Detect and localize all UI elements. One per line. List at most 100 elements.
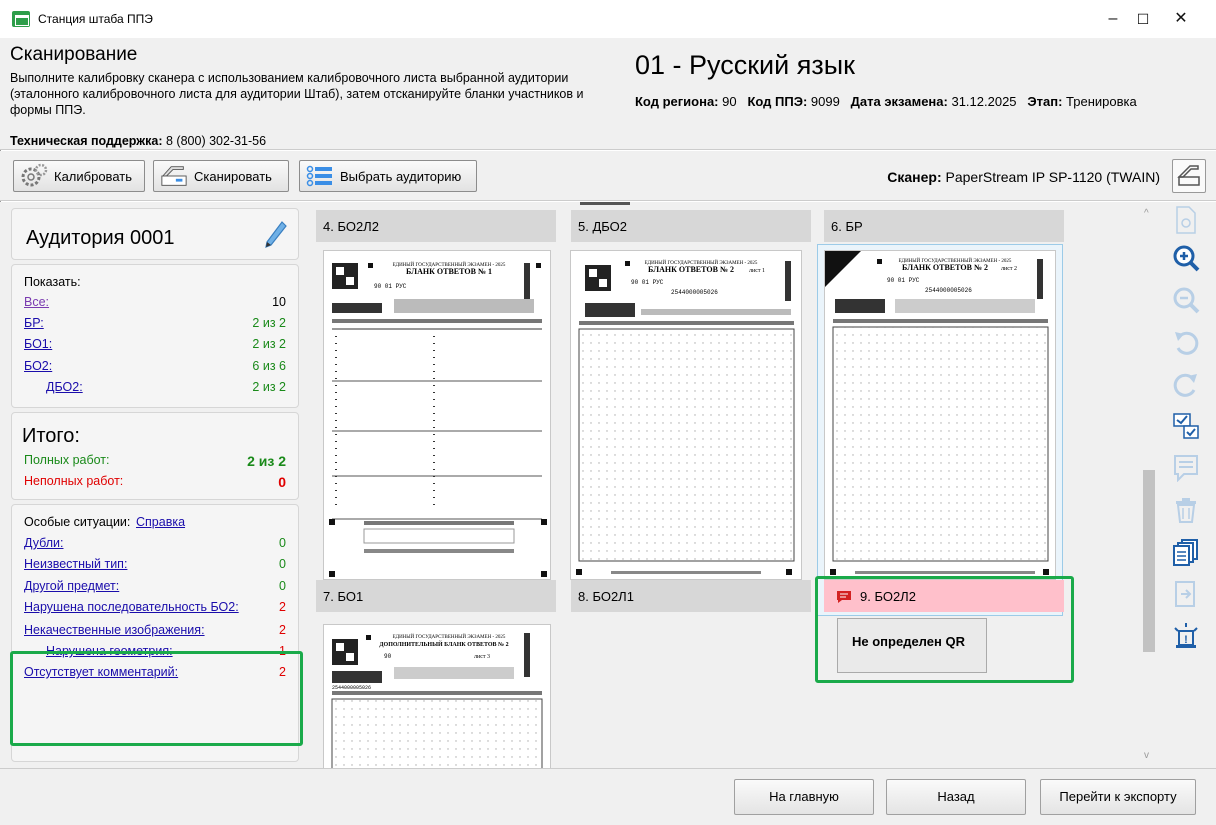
filter-value: 10 [272,295,286,309]
doc-thumbnail-9[interactable]: ЕДИНЫЙ ГОСУДАРСТВЕННЫЙ ЭКЗАМЕН - 2025 БЛ… [824,250,1056,580]
help-link[interactable]: Справка [136,515,185,529]
incomplete-works-value: 0 [278,474,286,490]
full-works-label: Полных работ: [24,453,110,467]
answer-sheet-image: ЕДИНЫЙ ГОСУДАРСТВЕННЫЙ ЭКЗАМЕН - 2025 БЛ… [329,262,547,577]
show-label: Показать: [24,275,81,289]
list-icon [306,163,334,189]
side-toolbar: ! [1165,202,1216,768]
export-page-button[interactable] [1170,578,1202,610]
filter-label[interactable]: Все: [24,295,49,309]
filter-bo2[interactable]: БО2: 6 из 6 [24,359,286,377]
doc-label-7[interactable]: 7. БО1 [316,580,556,612]
edit-room-button[interactable] [262,219,288,252]
rotate-left-button[interactable] [1170,326,1202,358]
special-item-label[interactable]: Другой предмет: [24,579,119,593]
doc-thumbnail-7[interactable]: ЕДИНЫЙ ГОСУДАРСТВЕННЫЙ ЭКЗАМЕН - 2025 БЛ… [323,250,551,580]
copy-pages-button[interactable] [1170,536,1202,568]
totals-title: Итого: [22,425,80,447]
home-button[interactable]: На главную [734,779,874,815]
incomplete-works-row: Неполных работ: 0 [24,474,286,492]
filter-br[interactable]: БР: 2 из 2 [24,316,286,334]
zoom-out-button[interactable] [1170,284,1202,316]
select-room-button[interactable]: Выбрать аудиторию [299,160,477,192]
comment-button[interactable] [1170,452,1202,484]
scan-button[interactable]: Сканировать [153,160,289,192]
view-document-button[interactable] [1170,204,1202,236]
date-label: Дата экзамена: [850,94,948,109]
doc-label-4[interactable]: 4. БО2Л2 [316,210,556,242]
region-label: Код региона: [635,94,719,109]
minimize-button[interactable]: – [1098,8,1128,30]
doc-label-5[interactable]: 5. ДБО2 [571,210,811,242]
special-item-label[interactable]: Дубли: [24,536,63,550]
special-header: Особые ситуации: Справка [24,515,286,533]
exam-meta: Код региона: 90 Код ППЭ: 9099 Дата экзам… [635,94,1137,109]
prev-page-edge [580,202,630,205]
special-other-subject[interactable]: Другой предмет: 0 [24,579,286,597]
sheet-code: 90 01 РУС [374,283,407,290]
special-item-label[interactable]: Некачественные изображения: [24,623,205,637]
footer: На главную Назад Перейти к экспорту [0,768,1216,825]
calibrate-button[interactable]: Калибровать [13,160,145,192]
scanner-settings-button[interactable] [1172,159,1206,193]
zoom-in-icon [1173,245,1200,272]
page-title: Сканирование [10,44,138,65]
check-marks-button[interactable] [1170,410,1202,442]
special-item-value: 2 [279,623,286,637]
scanner-settings-icon [1177,165,1200,186]
filter-bo1[interactable]: БО1: 2 из 2 [24,337,286,355]
scans-gallery: 4. БО2Л2 5. ДБО2 6. БР ЕДИНЫЙ ГОСУДАРСТВ… [308,202,1165,768]
scanner-label: Сканер: [887,169,942,185]
scroll-up-icon[interactable]: ^ [1144,208,1149,219]
gears-icon [20,163,48,189]
special-item-label[interactable]: Нарушена последовательность БО2: [24,600,239,614]
doc-thumbnail-10[interactable]: ЕДИНЫЙ ГОСУДАРСТВЕННЫЙ ЭКЗАМЕН - 2025 ДО… [323,624,551,768]
filter-label[interactable]: БР: [24,316,44,330]
filter-label[interactable]: БО2: [24,359,52,373]
filter-label[interactable]: БО1: [24,337,52,351]
special-bad-images[interactable]: Некачественные изображения: 2 [24,623,286,641]
special-item-value: 2 [279,600,286,614]
filter-box: Показать: Все: 10 БР: 2 из 2 БО1: 2 из 2… [11,264,299,408]
maximize-button[interactable]: ☐ [1128,8,1158,30]
rotate-right-button[interactable] [1170,368,1202,400]
filter-label[interactable]: ДБО2: [46,380,83,394]
answer-sheet-image: ЕДИНЫЙ ГОСУДАРСТВЕННЫЙ ЭКЗАМЕН - 2025 ДО… [331,633,543,768]
pages-icon [1173,539,1198,566]
alarm-button[interactable]: ! [1170,620,1202,652]
scan-label: Сканировать [194,168,272,184]
view-document-icon [1176,206,1196,234]
close-button[interactable]: ✕ [1166,8,1196,30]
special-duplicates[interactable]: Дубли: 0 [24,536,286,554]
doc-thumbnail-8[interactable]: ЕДИНЫЙ ГОСУДАРСТВЕННЫЙ ЭКЗАМЕН - 2025 БЛ… [570,250,802,580]
page-header: Сканирование Выполните калибровку сканер… [0,38,1216,150]
doc-label-6[interactable]: 6. БР [824,210,1064,242]
go-to-export-button[interactable]: Перейти к экспорту [1040,779,1196,815]
highlight-doc-9 [815,576,1074,683]
scroll-down-icon[interactable]: v [1144,750,1149,761]
gallery-scrollbar[interactable]: ^ v [1140,202,1158,768]
doc-label-8[interactable]: 8. БО2Л1 [571,580,811,612]
sheet-title: ЕДИНЫЙ ГОСУДАРСТВЕННЫЙ ЭКЗАМЕН - 2025 [393,634,506,640]
sheet-code: 90 [384,653,392,660]
delete-button[interactable] [1170,494,1202,526]
zoom-in-button[interactable] [1170,242,1202,274]
sheet-subtitle: БЛАНК ОТВЕТОВ № 1 [406,267,492,276]
trash-icon [1176,498,1196,523]
scrollbar-thumb[interactable] [1143,470,1155,652]
back-button[interactable]: Назад [886,779,1026,815]
filter-dbo2[interactable]: ДБО2: 2 из 2 [24,380,286,398]
sheet-barcode-number: 2544000005026 [925,287,972,294]
support-label: Техническая поддержка: [10,134,163,148]
special-bo2-sequence[interactable]: Нарушена последовательность БО2: 2 [24,600,286,618]
alarm-icon: ! [1174,623,1198,648]
sheet-code: 90 01 РУС [631,279,664,286]
special-unknown-type[interactable]: Неизвестный тип: 0 [24,557,286,575]
page-description: Выполните калибровку сканера с использов… [10,71,584,117]
filter-all[interactable]: Все: 10 [24,295,286,313]
sheet-subtitle: БЛАНК ОТВЕТОВ № 2 [902,263,988,272]
rotate-left-icon [1175,331,1199,355]
special-item-label[interactable]: Неизвестный тип: [24,557,127,571]
filter-value: 2 из 2 [252,380,286,394]
sheet-number: лист 3 [474,654,490,660]
